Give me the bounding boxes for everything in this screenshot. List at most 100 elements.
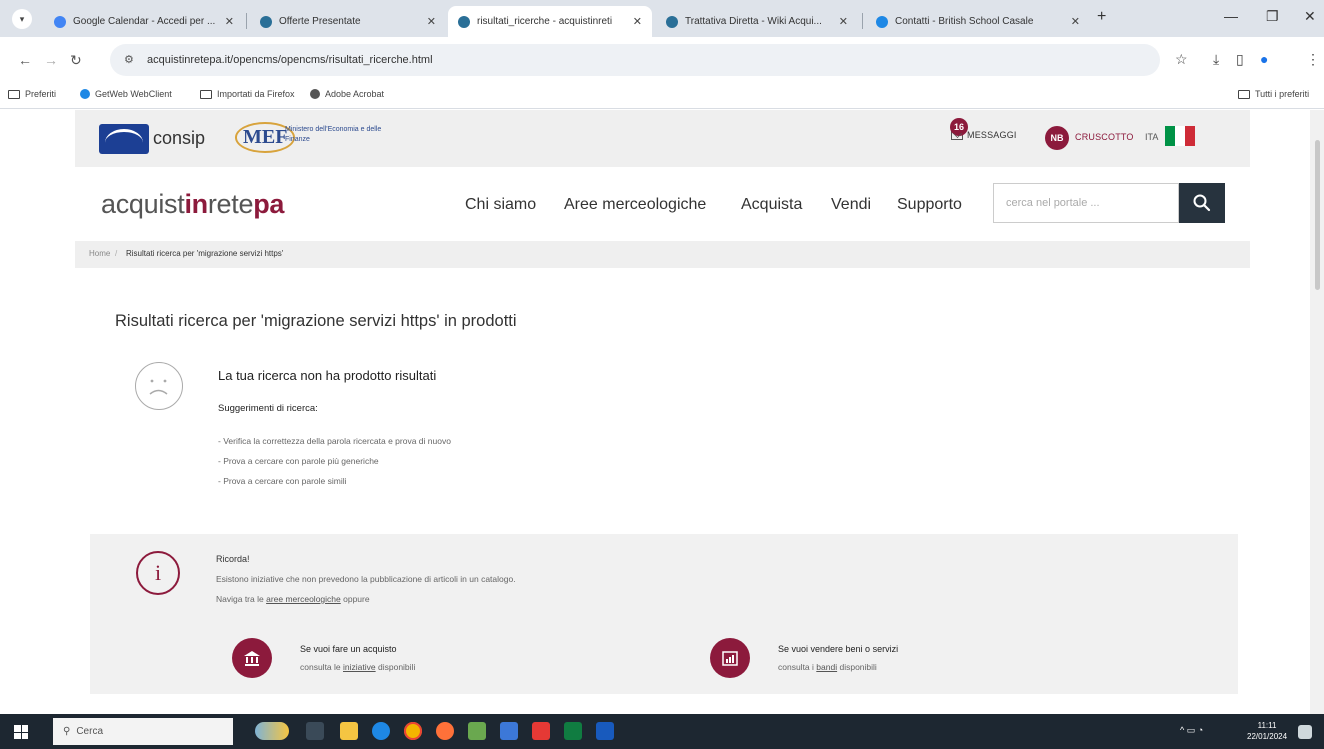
italian-flag-icon[interactable] — [1165, 126, 1195, 146]
profile-icon[interactable]: ● — [1260, 51, 1268, 67]
app-icon[interactable] — [468, 722, 486, 740]
file-explorer-icon[interactable] — [340, 722, 358, 740]
taskbar-search[interactable]: ⚲ Cerca — [53, 718, 233, 745]
suggestion-item: - Verifica la correttezza della parola r… — [218, 436, 451, 446]
browser-tab[interactable]: Contatti - British School Casale ✕ — [866, 6, 1090, 37]
site-favicon-icon — [458, 15, 470, 28]
nav-vendi[interactable]: Vendi — [831, 196, 871, 214]
sad-face-icon — [135, 362, 183, 410]
excel-icon[interactable] — [564, 722, 582, 740]
browser-tab[interactable]: Google Calendar - Accedi per ... ✕ — [44, 6, 244, 37]
menu-icon[interactable]: ⋮ — [1306, 51, 1320, 68]
no-results-heading: La tua ricerca non ha prodotto risultati — [218, 368, 437, 383]
close-window-icon[interactable]: ✕ — [1304, 8, 1316, 25]
site-favicon-icon — [876, 15, 888, 28]
maximize-icon[interactable]: ❐ — [1266, 8, 1279, 25]
breadcrumb: Home / Risultati ricerca per 'migrazione… — [75, 241, 1250, 268]
iniziative-link[interactable]: iniziative — [343, 662, 376, 672]
tab-search-icon[interactable]: ▾ — [12, 9, 32, 29]
forward-icon[interactable]: → — [44, 52, 58, 68]
bandi-link[interactable]: bandi — [816, 662, 837, 672]
folder-icon — [8, 89, 20, 99]
reminder-box: i Ricorda! Esistono iniziative che non p… — [90, 534, 1238, 694]
messages-count-badge: 16 — [950, 117, 968, 136]
bank-icon[interactable] — [232, 638, 272, 678]
bookmark-preferiti[interactable]: Preferiti — [8, 89, 56, 99]
language-selector[interactable]: ITA — [1145, 132, 1158, 142]
breadcrumb-current: Risultati ricerca per 'migrazione serviz… — [126, 249, 284, 258]
nav-acquista[interactable]: Acquista — [741, 196, 802, 214]
close-tab-icon[interactable]: ✕ — [427, 15, 436, 28]
browser-tab[interactable]: Offerte Presentate ✕ — [250, 6, 446, 37]
messages-link[interactable]: 16 MESSAGGI — [950, 117, 1017, 140]
bookmark-all[interactable]: Tutti i preferiti — [1238, 89, 1309, 99]
nav-aree-merceologiche[interactable]: Aree merceologiche — [564, 196, 706, 214]
reminder-navigate: Naviga tra le aree merceologiche oppure — [216, 594, 370, 604]
store-chart-icon[interactable] — [710, 638, 750, 678]
taskbar-clock[interactable]: 11:11 22/01/2024 — [1247, 720, 1287, 742]
side-panel-icon[interactable]: ▯ — [1236, 51, 1244, 68]
browser-tab-active[interactable]: risultati_ricerche - acquistinreti ✕ — [448, 6, 652, 37]
back-icon[interactable]: ← — [18, 52, 32, 68]
acquistinretepa-logo[interactable]: acquistinretepa — [101, 189, 284, 220]
user-avatar[interactable]: NB — [1045, 126, 1069, 150]
chrome-icon[interactable] — [404, 722, 422, 740]
search-button[interactable] — [1179, 183, 1225, 223]
main-header: acquistinretepa Chi siamo Aree merceolog… — [75, 167, 1250, 239]
nav-supporto[interactable]: Supporto — [897, 196, 962, 214]
sell-title: Se vuoi vendere beni o servizi — [778, 644, 899, 654]
nav-chi-siamo[interactable]: Chi siamo — [465, 196, 536, 214]
reminder-text: Esistono iniziative che non prevedono la… — [216, 574, 516, 584]
windows-start-icon[interactable] — [14, 725, 28, 739]
portal-search-input[interactable] — [994, 184, 1178, 222]
sell-text: consulta i bandi disponibili — [778, 662, 877, 672]
buy-text: consulta le iniziative disponibili — [300, 662, 416, 672]
mef-subtitle: Ministero dell'Economia e delle Finanze — [285, 126, 382, 143]
search-icon — [1193, 194, 1211, 212]
site-favicon-icon — [666, 15, 678, 28]
close-tab-icon[interactable]: ✕ — [839, 15, 848, 28]
task-view-icon[interactable] — [306, 722, 324, 740]
suggestions-title: Suggerimenti di ricerca: — [218, 403, 318, 414]
app-icon[interactable] — [500, 722, 518, 740]
breadcrumb-home[interactable]: Home — [89, 249, 110, 258]
notifications-icon[interactable] — [1298, 725, 1312, 739]
address-bar[interactable]: ⚙ acquistinretepa.it/opencms/opencms/ris… — [110, 44, 1160, 76]
widgets-icon[interactable] — [255, 722, 289, 740]
site-info-icon[interactable]: ⚙ — [124, 53, 134, 66]
word-icon[interactable] — [596, 722, 614, 740]
folder-icon — [1238, 89, 1250, 99]
portal-search-box — [993, 183, 1179, 223]
browser-toolbar: ← → ↻ ⚙ acquistinretepa.it/opencms/openc… — [0, 37, 1324, 83]
dashboard-link[interactable]: CRUSCOTTO — [1075, 132, 1134, 142]
mail-icon: 16 — [950, 117, 968, 140]
consip-name[interactable]: consip — [153, 128, 205, 149]
bookmark-getweb[interactable]: GetWeb WebClient — [80, 89, 172, 99]
firefox-icon[interactable] — [436, 722, 454, 740]
close-tab-icon[interactable]: ✕ — [225, 15, 234, 28]
info-icon: i — [136, 551, 180, 595]
minimize-icon[interactable]: — — [1224, 8, 1238, 24]
app-icon[interactable] — [532, 722, 550, 740]
new-tab-button[interactable]: + — [1097, 8, 1106, 26]
scrollbar-thumb[interactable] — [1315, 140, 1320, 290]
browser-tab-strip: ▾ Google Calendar - Accedi per ... ✕ Off… — [0, 0, 1324, 37]
download-icon[interactable]: ⤓ — [1213, 51, 1219, 68]
aree-merceologiche-link[interactable]: aree merceologiche — [266, 594, 341, 604]
url-text: acquistinretepa.it/opencms/opencms/risul… — [147, 54, 433, 66]
bookmark-firefox-imports[interactable]: Importati da Firefox — [200, 89, 295, 99]
messages-label: MESSAGGI — [967, 130, 1017, 140]
close-tab-icon[interactable]: ✕ — [633, 15, 642, 28]
reminder-title: Ricorda! — [216, 554, 250, 564]
edge-icon[interactable] — [372, 722, 390, 740]
page-title: Risultati ricerca per 'migrazione serviz… — [115, 312, 517, 330]
bookmark-star-icon[interactable]: ☆ — [1175, 51, 1188, 68]
browser-tab[interactable]: Trattativa Diretta - Wiki Acqui... ✕ — [656, 6, 858, 37]
bookmark-adobe-acrobat[interactable]: Adobe Acrobat — [310, 89, 384, 99]
consip-logo-icon[interactable] — [99, 124, 149, 154]
system-tray-icons[interactable]: ^ ▭ ◔ — [1180, 725, 1203, 736]
calendar-favicon-icon — [54, 15, 66, 28]
bookmarks-bar: Preferiti GetWeb WebClient Importati da … — [0, 83, 1324, 109]
reload-icon[interactable]: ↻ — [70, 52, 82, 69]
close-tab-icon[interactable]: ✕ — [1071, 15, 1080, 28]
